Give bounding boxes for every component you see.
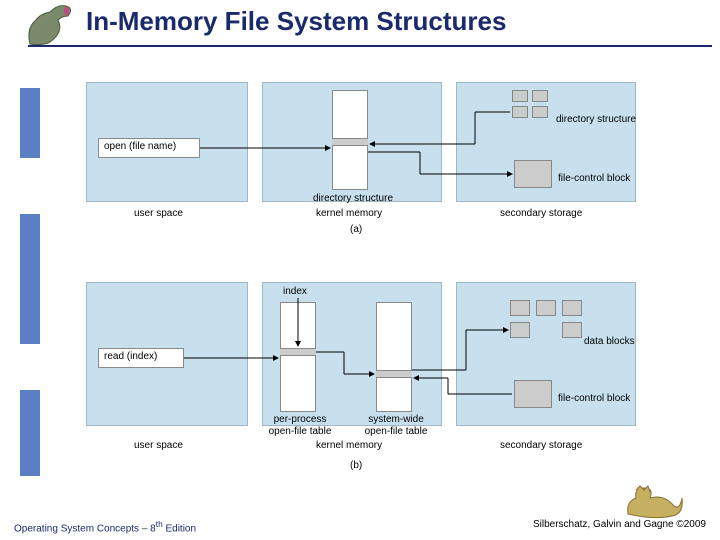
system-wide-label2: open-file table [354,426,438,437]
caption-b: (b) [350,460,362,471]
dir-cell [512,106,528,118]
dinosaur-left-icon [22,2,80,48]
file-control-block-b [514,380,552,408]
dir-cell [532,106,548,118]
system-wide-table [376,302,412,412]
col-kernel-memory-a: kernel memory [316,208,382,219]
sidebar-accent [20,88,40,158]
footer-left: Operating System Concepts – 8th Edition [14,519,196,534]
sidebar-accent [20,214,40,344]
per-process-table [280,302,316,412]
col-kernel-memory-b: kernel memory [316,440,382,451]
data-block [536,300,556,316]
index-label: index [283,286,307,297]
slide-header: In-Memory File System Structures [0,0,720,48]
col-user-space-a: user space [134,208,183,219]
col-secondary-storage-a: secondary storage [500,208,582,219]
read-call-label: read (index) [104,351,157,362]
col-user-space-b: user space [134,440,183,451]
arrows-a [0,0,720,540]
system-wide-label1: system-wide [354,414,438,425]
per-process-label2: open-file table [258,426,342,437]
directory-stripe-a [332,138,368,146]
data-block [510,322,530,338]
col-secondary-storage-b: secondary storage [500,440,582,451]
directory-structure-label: directory structure [556,114,636,125]
arrows-b [0,0,720,540]
directory-structure-kernel-label: directory structure [298,193,408,204]
dir-cell [532,90,548,102]
slide-footer: Operating System Concepts – 8th Edition … [14,519,706,534]
system-wide-stripe [376,370,412,378]
footer-right: Silberschatz, Galvin and Gagne ©2009 [533,519,706,534]
dir-cell [512,90,528,102]
caption-a: (a) [350,224,362,235]
title-underline [28,45,712,47]
per-process-label1: per-process [258,414,342,425]
slide-title: In-Memory File System Structures [86,0,720,37]
file-control-block-a [514,160,552,188]
data-block [510,300,530,316]
data-blocks-label: data blocks [584,336,635,347]
file-control-block-label-b: file-control block [558,393,630,404]
per-process-stripe [280,348,316,356]
file-control-block-label-a: file-control block [558,173,630,184]
data-block [562,322,582,338]
sidebar-accent [20,390,40,476]
open-call-label: open (file name) [104,141,176,152]
dinosaur-right-icon [624,480,684,520]
data-block [562,300,582,316]
